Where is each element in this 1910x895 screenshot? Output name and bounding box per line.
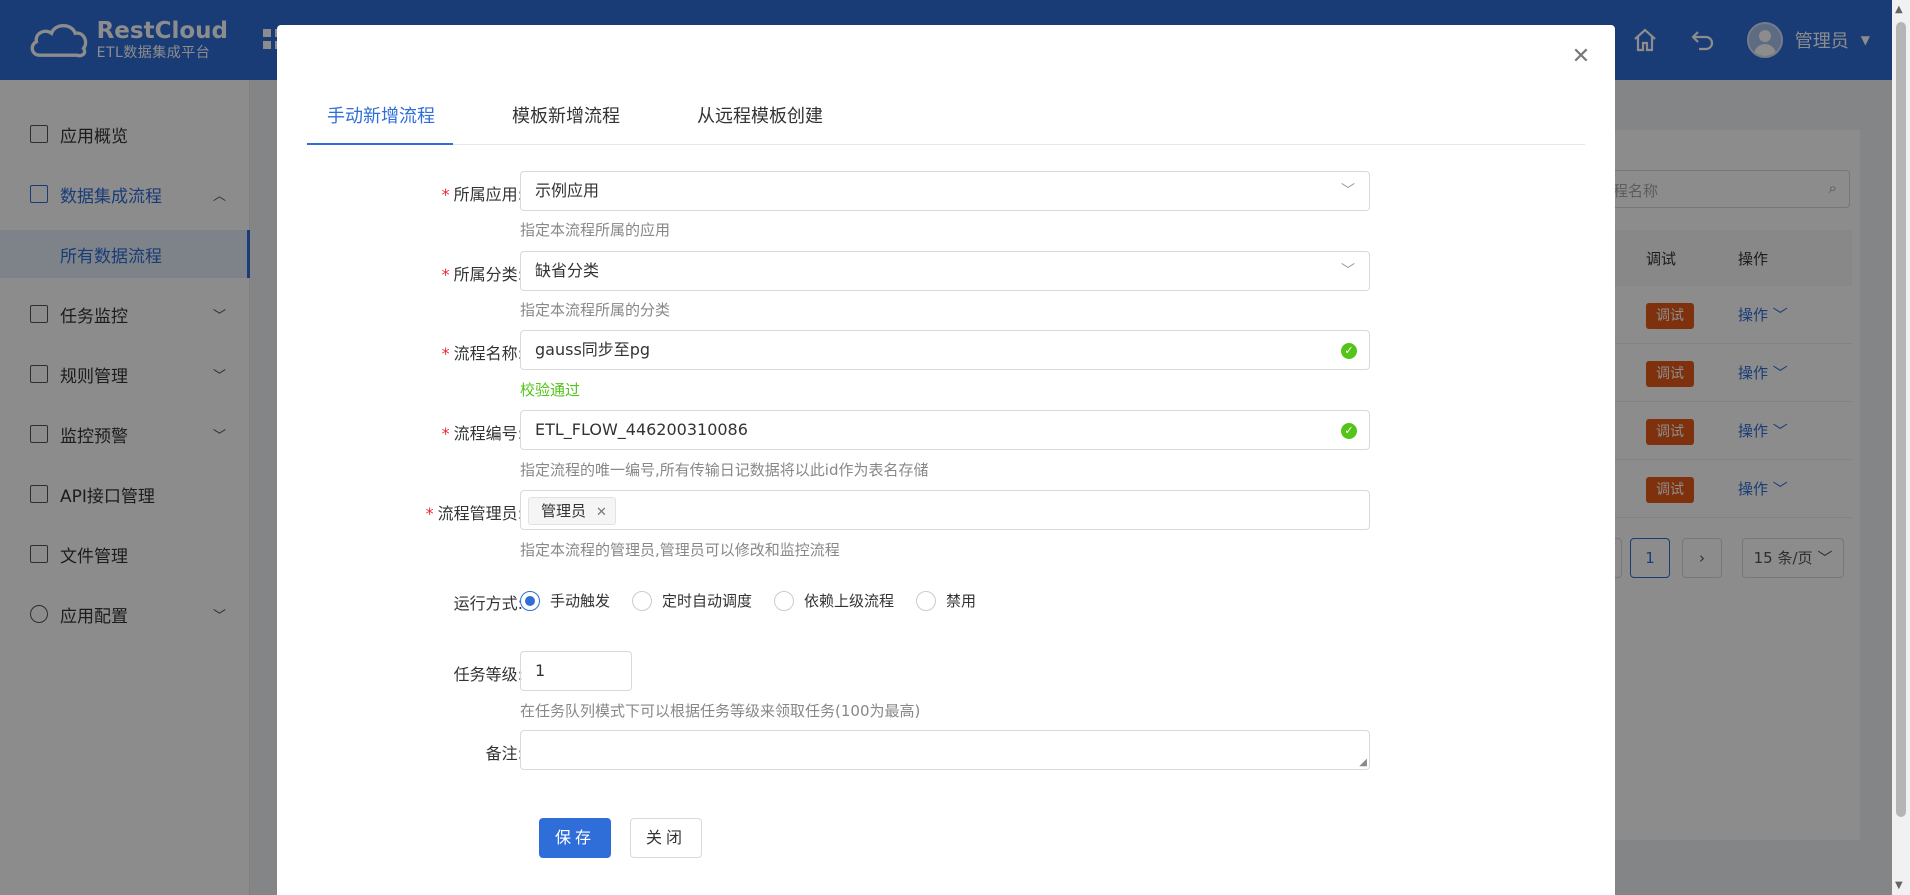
run-mode-radio-group: 手动触发 定时自动调度 依赖上级流程 禁用 xyxy=(520,590,976,611)
scroll-up-icon[interactable]: ▲ xyxy=(1895,4,1903,15)
admin-tag: 管理员 ✕ xyxy=(528,497,616,525)
category-select[interactable]: 缺省分类 ﹀ xyxy=(520,251,1370,291)
radio-label: 手动触发 xyxy=(550,592,611,610)
app-value: 示例应用 xyxy=(535,181,600,200)
admin-label-text: 流程管理员: xyxy=(437,504,523,523)
remark-label: 备注: xyxy=(485,744,523,763)
resize-grip-icon[interactable]: ◢ xyxy=(1359,757,1367,768)
save-button[interactable]: 保存 xyxy=(539,818,611,858)
app-label-text: 所属应用: xyxy=(453,185,523,204)
run-mode-label: 运行方式: xyxy=(453,594,523,613)
scroll-down-icon[interactable]: ▼ xyxy=(1895,880,1903,891)
radio-dot xyxy=(632,590,653,611)
tab-active-indicator xyxy=(307,143,453,145)
check-circle-icon: ✓ xyxy=(1341,423,1357,439)
app-help: 指定本流程所属的应用 xyxy=(520,221,671,239)
check-circle-icon: ✓ xyxy=(1341,343,1357,359)
radio-disabled[interactable]: 禁用 xyxy=(916,590,976,611)
code-help: 指定流程的唯一编号,所有传输日记数据将以此id作为表名存储 xyxy=(520,461,929,479)
admin-tag-label: 管理员 xyxy=(541,502,587,520)
page-scrollbar[interactable]: ▲ ▼ xyxy=(1892,0,1910,895)
radio-dot xyxy=(520,590,540,611)
close-icon[interactable]: ✕ xyxy=(1571,46,1591,68)
chevron-down-icon: ﹀ xyxy=(1341,263,1355,279)
flow-code-input[interactable]: ETL_FLOW_446200310086 ✓ xyxy=(520,410,1370,450)
close-icon[interactable]: ✕ xyxy=(596,505,607,520)
close-button[interactable]: 关闭 xyxy=(630,818,702,858)
app-label: * 所属应用: xyxy=(441,185,523,204)
category-value: 缺省分类 xyxy=(535,261,600,280)
level-help: 在任务队列模式下可以根据任务等级来领取任务(100为最高) xyxy=(520,702,921,720)
code-label-text: 流程编号: xyxy=(453,424,523,443)
admin-multiselect[interactable]: 管理员 ✕ xyxy=(520,490,1370,530)
admin-help: 指定本流程的管理员,管理员可以修改和监控流程 xyxy=(520,541,840,559)
name-validation-msg: 校验通过 xyxy=(520,381,581,399)
code-label: * 流程编号: xyxy=(441,424,523,443)
radio-scheduled[interactable]: 定时自动调度 xyxy=(632,590,752,611)
radio-dependent[interactable]: 依赖上级流程 xyxy=(774,590,894,611)
flow-code-value: ETL_FLOW_446200310086 xyxy=(535,420,748,439)
tab-remote-template[interactable]: 从远程模板创建 xyxy=(697,102,823,128)
task-level-input[interactable]: 1 xyxy=(520,651,632,691)
task-level-value: 1 xyxy=(535,661,546,680)
flow-name-value: gauss同步至pg xyxy=(535,340,651,359)
radio-label: 定时自动调度 xyxy=(662,592,753,610)
category-help: 指定本流程所属的分类 xyxy=(520,301,671,319)
radio-dot xyxy=(916,590,937,611)
level-label: 任务等级: xyxy=(453,665,523,684)
modal-tabs: 手动新增流程 模板新增流程 从远程模板创建 xyxy=(307,75,1585,145)
radio-label: 依赖上级流程 xyxy=(804,592,895,610)
tab-template-create[interactable]: 模板新增流程 xyxy=(512,102,620,128)
radio-label: 禁用 xyxy=(946,592,977,610)
radio-dot xyxy=(774,590,795,611)
admin-label: * 流程管理员: xyxy=(425,504,523,523)
name-label: * 流程名称: xyxy=(441,344,523,363)
category-label-text: 所属分类: xyxy=(453,265,523,284)
scrollbar-thumb[interactable] xyxy=(1896,22,1906,817)
remark-textarea[interactable]: ◢ xyxy=(520,730,1370,770)
app-select[interactable]: 示例应用 ﹀ xyxy=(520,171,1370,211)
radio-manual[interactable]: 手动触发 xyxy=(520,590,610,611)
flow-name-input[interactable]: gauss同步至pg ✓ xyxy=(520,330,1370,370)
category-label: * 所属分类: xyxy=(441,265,523,284)
tab-manual-create[interactable]: 手动新增流程 xyxy=(327,102,435,128)
name-label-text: 流程名称: xyxy=(453,344,523,363)
new-flow-modal: ✕ 手动新增流程 模板新增流程 从远程模板创建 * 所属应用: 示例应用 ﹀ 指定… xyxy=(277,25,1615,895)
chevron-down-icon: ﹀ xyxy=(1341,183,1355,199)
